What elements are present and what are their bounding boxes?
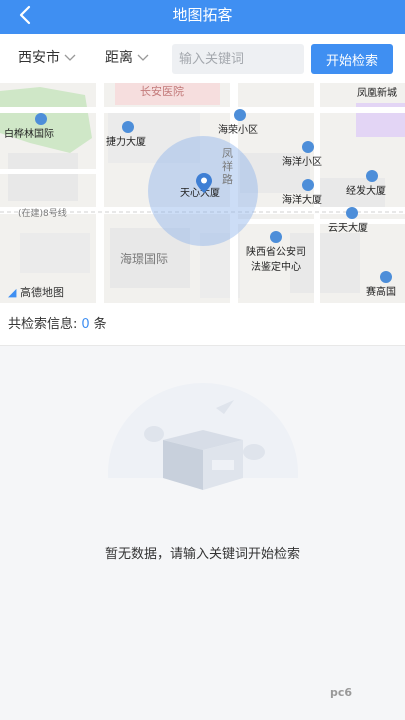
poi-marker[interactable]: 凤凰新城	[357, 84, 397, 99]
map-area-label: 海璟国际	[120, 252, 169, 266]
location-pin-icon	[346, 207, 358, 219]
location-pin-icon	[302, 141, 314, 153]
poi-marker[interactable]: 赛高国	[366, 271, 396, 298]
city-dropdown-label: 西安市	[18, 50, 60, 66]
top-bar: 地图拓客	[0, 0, 405, 34]
city-dropdown[interactable]: 西安市	[18, 34, 76, 83]
location-pin-icon	[122, 121, 134, 133]
results-count: 共检索信息: 0 条	[0, 303, 405, 346]
location-pin-icon	[234, 109, 246, 121]
empty-box-illustration	[88, 383, 318, 508]
poi-marker[interactable]: 海荣小区	[218, 109, 258, 136]
results-count-value: 0	[81, 317, 90, 332]
map-area-label: 路	[222, 173, 233, 186]
map-area-label: (在建)8号线	[18, 209, 67, 219]
poi-marker[interactable]: 经发大厦	[346, 170, 386, 197]
amap-logo-icon: ◢	[8, 286, 17, 299]
chevron-down-icon	[64, 54, 76, 61]
map-area-label: 长安医院	[140, 85, 184, 98]
sort-dropdown[interactable]: 距离	[105, 34, 149, 83]
map-provider-logo: ◢ 高德地图	[8, 286, 64, 299]
results-count-unit: 条	[93, 317, 107, 332]
watermark-logo: pc6	[330, 686, 353, 699]
keyword-search-input[interactable]	[172, 44, 304, 74]
center-marker[interactable]: 天心大厦	[180, 173, 220, 199]
location-pin-icon	[270, 231, 282, 243]
map-view[interactable]: 长安医院 凤 祥 路 (在建)8号线 海璟国际 白桦林国际 捷力大厦 海荣小区 …	[0, 83, 405, 303]
poi-marker[interactable]: 海洋小区	[282, 141, 322, 168]
location-pin-icon	[366, 170, 378, 182]
poi-marker[interactable]: 捷力大厦	[106, 121, 146, 148]
location-pin-icon	[380, 271, 392, 283]
page-title: 地图拓客	[172, 6, 233, 24]
chevron-down-icon	[137, 54, 149, 61]
start-search-button[interactable]: 开始检索	[311, 44, 393, 74]
location-pin-icon	[35, 113, 47, 125]
poi-marker[interactable]: 陕西省公安司 法鉴定中心	[246, 231, 306, 273]
filter-bar: 西安市 距离 开始检索	[0, 34, 405, 83]
poi-marker[interactable]: 云天大厦	[328, 207, 368, 234]
empty-state-message: 暂无数据，请输入关键词开始检索	[104, 547, 300, 562]
poi-marker[interactable]: 白桦林国际	[4, 113, 54, 140]
location-pin-icon	[196, 173, 212, 193]
results-count-label: 共检索信息:	[8, 317, 78, 332]
location-pin-icon	[302, 179, 314, 191]
poi-marker[interactable]: 海洋大厦	[282, 179, 322, 206]
sort-dropdown-label: 距离	[105, 50, 133, 66]
